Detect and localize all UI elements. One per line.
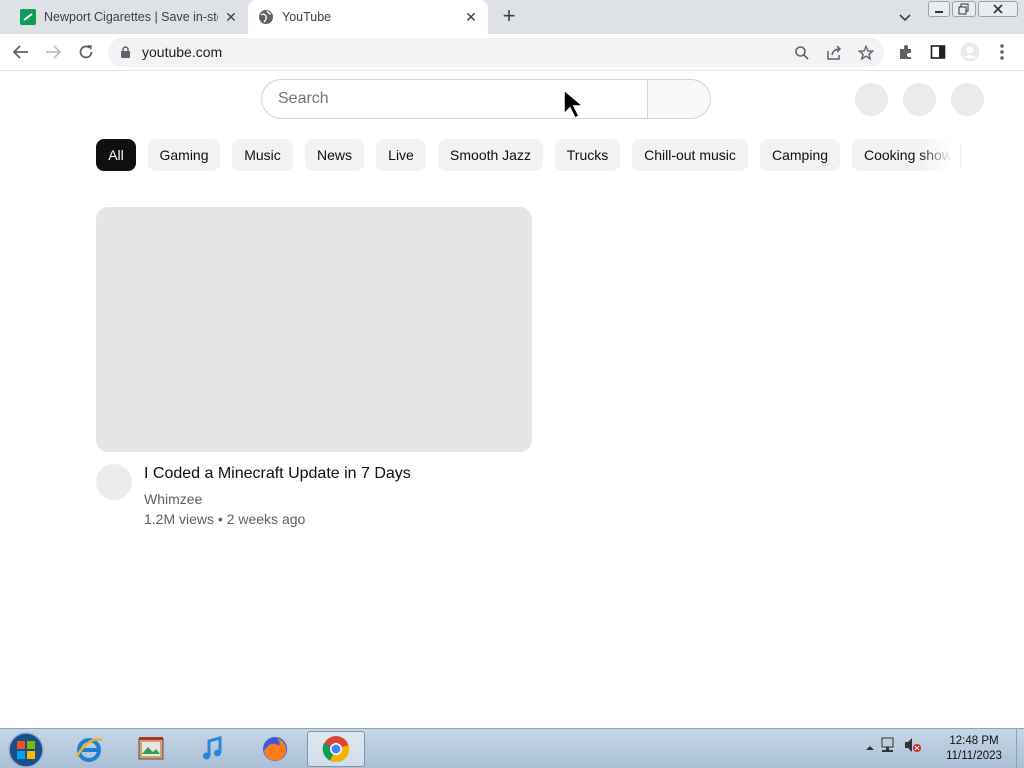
lock-icon[interactable] (120, 46, 131, 64)
youtube-search-box[interactable] (261, 79, 648, 119)
video-thumbnail[interactable] (96, 207, 532, 452)
reload-icon[interactable] (76, 42, 96, 62)
channel-avatar[interactable] (96, 464, 132, 500)
itunes-icon[interactable] (184, 731, 242, 767)
minimize-button[interactable] (928, 1, 950, 17)
screen: { "browser": { "tabs": [ {"title": "Newp… (0, 0, 1024, 768)
tab-title: YouTube (282, 10, 332, 24)
newport-favicon-icon (20, 9, 36, 25)
windows-taskbar: 12:48 PM 11/11/2023 (0, 728, 1024, 768)
volume-muted-icon[interactable] (904, 737, 922, 758)
close-window-button[interactable] (978, 1, 1018, 17)
create-button-placeholder[interactable] (855, 83, 888, 116)
tab-title: Newport Cigarettes | Save in-store (44, 10, 218, 24)
clock-time: 12:48 PM (949, 735, 999, 747)
video-title[interactable]: I Coded a Minecraft Update in 7 Days (144, 465, 411, 483)
close-tab-icon[interactable]: ✕ (462, 8, 480, 26)
firefox-icon[interactable] (246, 731, 304, 767)
address-bar[interactable]: youtube.com (108, 38, 884, 67)
url-text[interactable]: youtube.com (142, 44, 222, 60)
chrome-menu-icon[interactable] (992, 42, 1012, 62)
tab-search-chevron-icon[interactable] (896, 8, 914, 26)
account-avatar-placeholder[interactable] (951, 83, 984, 116)
chip-camping[interactable]: Camping (760, 139, 840, 171)
show-hidden-icons-icon[interactable] (866, 739, 874, 757)
search-button[interactable] (647, 79, 711, 119)
chip-gaming[interactable]: Gaming (148, 139, 220, 171)
internet-explorer-icon[interactable] (60, 731, 118, 767)
network-icon[interactable] (880, 737, 898, 758)
chip-all[interactable]: All (96, 139, 136, 171)
chip-live[interactable]: Live (376, 139, 426, 171)
chip-music[interactable]: Music (232, 139, 293, 171)
side-panel-icon[interactable] (928, 42, 948, 62)
back-arrow-icon[interactable] (11, 42, 31, 62)
share-icon[interactable] (824, 43, 844, 63)
show-desktop-button[interactable] (1016, 729, 1024, 768)
system-tray (866, 737, 922, 758)
browser-toolbar: youtube.com (0, 34, 1024, 71)
new-tab-button[interactable]: + (498, 5, 520, 27)
notifications-button-placeholder[interactable] (903, 83, 936, 116)
chrome-taskbar-icon[interactable] (307, 731, 365, 767)
chip-trucks[interactable]: Trucks (555, 139, 620, 171)
forward-arrow-icon[interactable] (43, 42, 63, 62)
tab-newport[interactable]: Newport Cigarettes | Save in-store ✕ (12, 0, 248, 34)
tab-strip: Newport Cigarettes | Save in-store ✕ You… (0, 0, 1024, 34)
restore-button[interactable] (952, 1, 976, 17)
chip-chill-out-music[interactable]: Chill-out music (632, 139, 748, 171)
channel-name[interactable]: Whimzee (144, 491, 202, 507)
bookmark-star-icon[interactable] (856, 43, 876, 63)
globe-icon (258, 9, 274, 25)
chip-news[interactable]: News (305, 139, 364, 171)
image-viewer-icon[interactable] (122, 731, 180, 767)
profile-avatar-icon[interactable] (960, 42, 980, 62)
chip-smooth-jazz[interactable]: Smooth Jazz (438, 139, 543, 171)
zoom-search-icon[interactable] (792, 43, 812, 63)
video-meta: 1.2M views • 2 weeks ago (144, 511, 306, 527)
tab-youtube[interactable]: YouTube ✕ (248, 0, 488, 34)
clock-date: 11/11/2023 (946, 750, 1002, 762)
start-orb-icon[interactable] (6, 731, 46, 768)
chips-fade-overlay (920, 136, 960, 174)
mouse-cursor-icon (562, 88, 588, 125)
close-tab-icon[interactable]: ✕ (222, 8, 240, 26)
taskbar-clock[interactable]: 12:48 PM 11/11/2023 (936, 734, 1012, 764)
extensions-puzzle-icon[interactable] (896, 42, 916, 62)
